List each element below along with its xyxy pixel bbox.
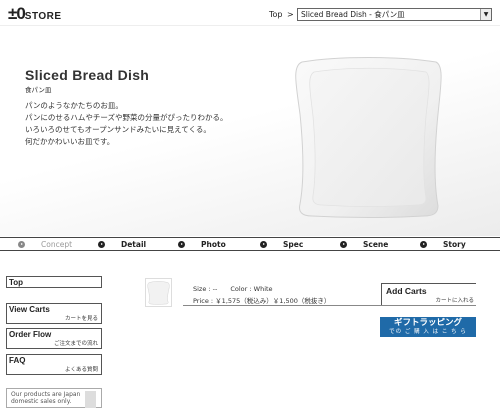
sidebar-item-faq[interactable]: FAQ よくある質問 — [6, 354, 102, 375]
description-line: パンのようなかたちのお皿。 — [25, 101, 123, 110]
arrow-right-icon — [98, 241, 105, 248]
nav-label: Photo — [201, 240, 226, 249]
sidebar-item-label: Top — [9, 278, 24, 287]
sidebar-item-label: View Carts — [9, 305, 50, 314]
arrow-right-icon — [18, 241, 25, 248]
plate-image — [295, 57, 442, 218]
sidebar-item-top[interactable]: Top — [6, 276, 102, 288]
gift-wrapping-label: ギフトラッピング — [393, 318, 462, 328]
logo-text: STORE — [24, 11, 62, 22]
product-select[interactable]: Sliced Bread Dish - 食パン皿 ▼ — [297, 8, 492, 21]
nav-scene[interactable]: Scene — [340, 239, 388, 250]
chevron-down-icon[interactable]: ▼ — [480, 9, 491, 20]
description-line: 何だかかわいいお皿です。 — [25, 137, 115, 146]
nav-detail[interactable]: Detail — [98, 239, 146, 250]
nav-label: Spec — [283, 240, 304, 249]
note-decoration — [85, 391, 96, 408]
breadcrumb-arrow: > — [287, 10, 294, 19]
logo-mark: ±0 — [8, 4, 26, 23]
add-carts-sublabel: カートに入れる — [435, 298, 474, 304]
plate-thumbnail-image — [147, 281, 170, 305]
hero-section: Sliced Bread Dish 食パン皿 パンのようなかたちのお皿。 パンに… — [0, 25, 500, 236]
section-nav: Concept Detail Photo Spec Scene Story — [0, 237, 500, 251]
divider — [183, 305, 476, 306]
nav-photo[interactable]: Photo — [178, 239, 226, 250]
product-description: パンのようなかたちのお皿。 パンにのせるハムやチーズや野菜の分量がぴったりわかる… — [25, 100, 228, 148]
gift-wrapping-sublabel: での ご 購 入 は こ ち ら — [389, 329, 467, 335]
product-title: Sliced Bread Dish — [25, 67, 150, 83]
arrow-right-icon — [420, 241, 427, 248]
sidebar-item-label: FAQ — [9, 356, 26, 365]
store-logo[interactable]: ±0STORE — [8, 4, 62, 24]
product-size-color: Size : -- Color : White — [193, 285, 273, 293]
nav-label: Scene — [363, 240, 389, 249]
sidebar-item-sublabel: ご注文までの流れ — [53, 341, 98, 347]
sidebar-item-view-carts[interactable]: View Carts カートを見る — [6, 303, 102, 324]
sidebar-item-sublabel: カートを見る — [64, 316, 98, 322]
product-thumbnail[interactable] — [145, 278, 172, 307]
arrow-right-icon — [340, 241, 347, 248]
top-link[interactable]: Top — [269, 10, 283, 19]
sidebar-item-label: Order Flow — [9, 330, 52, 339]
header: ±0STORE Top > Sliced Bread Dish - 食パン皿 ▼ — [0, 0, 500, 24]
product-select-value: Sliced Bread Dish - 食パン皿 — [301, 10, 405, 19]
nav-label: Concept — [41, 240, 73, 249]
sidebar-item-sublabel: よくある質問 — [64, 367, 98, 373]
arrow-right-icon — [260, 241, 267, 248]
description-line: パンにのせるハムやチーズや野菜の分量がぴったりわかる。 — [25, 113, 228, 122]
add-carts-label: Add Carts — [386, 286, 427, 296]
nav-label: Story — [443, 240, 466, 249]
product-subtitle: 食パン皿 — [25, 86, 52, 94]
nav-label: Detail — [121, 240, 147, 249]
description-line: いろいろのせてもオープンサンドみたいに見えてくる。 — [25, 125, 211, 134]
nav-story[interactable]: Story — [420, 239, 466, 250]
gift-wrapping-button[interactable]: ギフトラッピング での ご 購 入 は こ ち ら — [380, 317, 476, 337]
nav-spec[interactable]: Spec — [260, 239, 303, 250]
add-carts-button[interactable]: Add Carts カートに入れる — [381, 283, 476, 305]
product-price: Price : ￥1,575（税込み）￥1,500（税抜き） — [193, 297, 331, 305]
arrow-right-icon — [178, 241, 185, 248]
domestic-sales-note: Our products are Japan domestic sales on… — [6, 388, 102, 408]
note-text: Our products are Japan domestic sales on… — [11, 391, 81, 405]
sidebar-item-order-flow[interactable]: Order Flow ご注文までの流れ — [6, 328, 102, 349]
nav-concept[interactable]: Concept — [18, 239, 72, 250]
